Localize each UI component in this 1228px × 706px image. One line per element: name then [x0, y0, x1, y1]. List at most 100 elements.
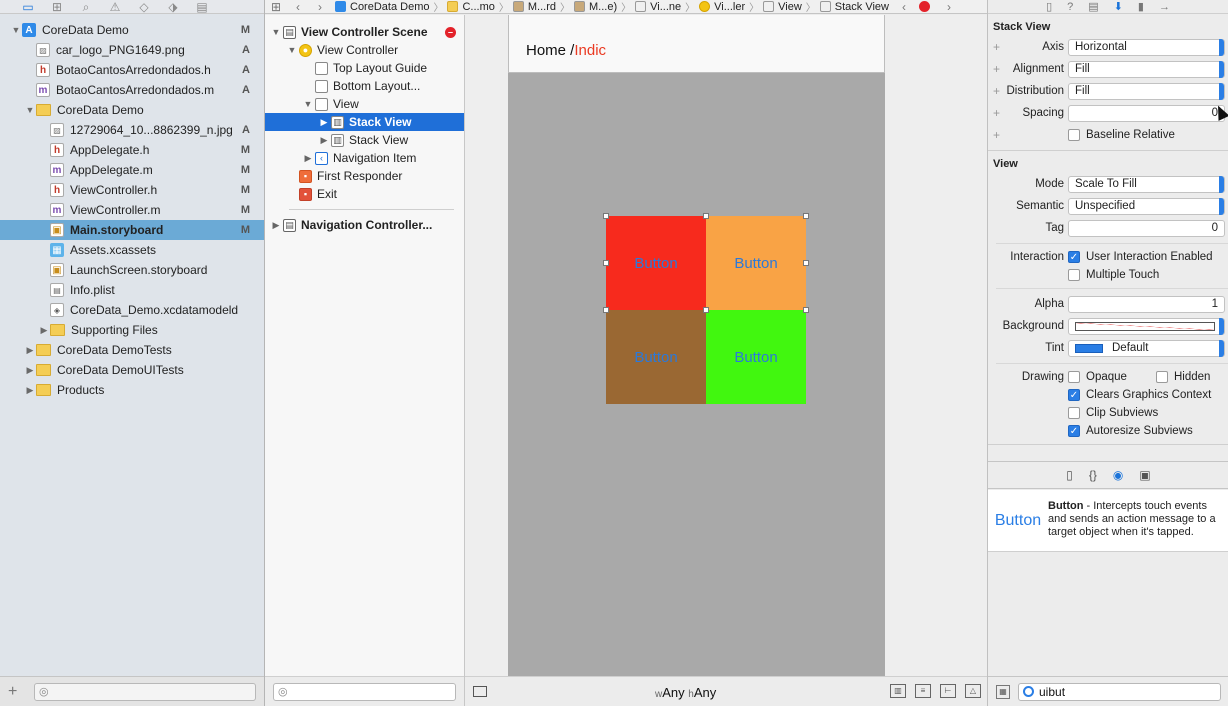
report-icon[interactable]: ▤ [194, 1, 210, 13]
canvas-button[interactable]: Button [706, 310, 806, 404]
disclosure-icon[interactable]: ▶ [269, 220, 283, 231]
file-tree-row[interactable]: ▣ LaunchScreen.storyboard [0, 260, 264, 280]
file-tree-row[interactable]: ▼ CoreData Demo [0, 100, 264, 120]
semantic-select[interactable]: Unspecified [1068, 197, 1225, 215]
file-tree-row[interactable]: ▶ Products [0, 380, 264, 400]
size-icon[interactable]: ▮ [1138, 0, 1144, 13]
plus-icon[interactable]: + [993, 62, 1000, 76]
disclosure-icon[interactable]: ▶ [24, 345, 36, 356]
warning-icon[interactable]: ⚠ [107, 1, 123, 13]
breakpoint-icon[interactable]: ⬗ [165, 1, 181, 13]
spacing-field[interactable]: 0 [1068, 104, 1225, 122]
breadcrumb-item[interactable]: Vi...ne [631, 1, 685, 13]
connections-icon[interactable]: → [1159, 1, 1170, 13]
file-tree-row[interactable]: ▶ Supporting Files [0, 320, 264, 340]
stack-view[interactable]: Button Button Button Button [603, 213, 809, 404]
file-tree-row[interactable]: h AppDelegate.h M [0, 140, 264, 160]
symbol-icon[interactable]: ⊞ [49, 1, 65, 13]
background-color-select[interactable] [1068, 317, 1225, 335]
library-filter-input[interactable]: uibut [1018, 682, 1221, 701]
resize-handle[interactable] [703, 307, 709, 313]
outline-row[interactable]: ▼ ▤ View Controller Scene – [265, 23, 464, 41]
file-tree-row[interactable]: ▨ car_logo_PNG1649.png A [0, 40, 264, 60]
search-icon[interactable]: ⌕ [78, 1, 94, 13]
related-items-icon[interactable]: ⊞ [265, 0, 287, 13]
issue-next-icon[interactable]: › [938, 0, 960, 13]
clears-graphics-checkbox[interactable]: ✓ Clears Graphics Context [1068, 386, 1211, 404]
outline-filter-input[interactable]: ◎ [273, 682, 456, 701]
resize-handle[interactable] [603, 307, 609, 313]
disclosure-icon[interactable]: ▼ [285, 45, 299, 55]
outline-row[interactable]: ▪ Exit [265, 185, 464, 203]
resize-handle[interactable] [703, 213, 709, 219]
resize-handle[interactable] [803, 213, 809, 219]
canvas-button[interactable]: Button [606, 310, 706, 404]
tint-select[interactable]: Default [1068, 339, 1225, 357]
file-tree-row[interactable]: ▦ Assets.xcassets [0, 240, 264, 260]
disclosure-icon[interactable]: ▼ [24, 105, 36, 115]
disclosure-icon[interactable]: ▶ [24, 365, 36, 376]
alpha-field[interactable]: 1 [1068, 295, 1225, 313]
alignment-select[interactable]: Fill [1068, 60, 1225, 78]
breadcrumb-item[interactable]: Vi...ler [695, 1, 749, 13]
disclosure-icon[interactable]: ▶ [317, 135, 331, 146]
attributes-icon[interactable]: ⬇ [1114, 0, 1123, 13]
file-tree-row[interactable]: ▶ CoreData DemoTests [0, 340, 264, 360]
stack-icon[interactable]: ▥ [890, 684, 906, 698]
disclosure-icon[interactable]: ▼ [269, 27, 283, 37]
outline-row[interactable]: Top Layout Guide [265, 59, 464, 77]
outline-row[interactable]: Bottom Layout... [265, 77, 464, 95]
plus-icon[interactable]: + [993, 84, 1000, 98]
size-class-control[interactable]: wAny hAny [655, 685, 716, 700]
object-library-icon[interactable]: ◉ [1113, 468, 1123, 482]
file-icon[interactable]: ▯ [1046, 0, 1052, 13]
code-snippet-icon[interactable]: {} [1089, 468, 1097, 482]
file-template-icon[interactable]: ▯ [1066, 468, 1073, 482]
plus-icon[interactable]: + [993, 106, 1000, 120]
file-tree-row[interactable]: m AppDelegate.m M [0, 160, 264, 180]
outline-row[interactable]: ▶ ‹ Navigation Item [265, 149, 464, 167]
forward-arrow-icon[interactable]: › [309, 0, 331, 13]
resize-handle[interactable] [803, 307, 809, 313]
disclosure-icon[interactable]: ▶ [38, 325, 50, 336]
breadcrumb-item[interactable]: Stack View [816, 1, 893, 13]
outline-row[interactable]: ▶ ▥ Stack View [265, 131, 464, 149]
library-item-button[interactable]: Button Button - Intercepts touch events … [988, 490, 1228, 552]
opaque-checkbox[interactable]: Opaque [1068, 368, 1156, 386]
resize-handle[interactable] [603, 213, 609, 219]
media-library-icon[interactable]: ▣ [1139, 468, 1150, 482]
outline-row[interactable]: ▼ View [265, 95, 464, 113]
disclosure-icon[interactable]: ▶ [301, 153, 315, 164]
resolve-icon[interactable]: △ [965, 684, 981, 698]
user-interaction-checkbox[interactable]: ✓ User Interaction Enabled [1068, 248, 1213, 266]
resize-handle[interactable] [803, 260, 809, 266]
file-tree-row[interactable]: m ViewController.m M [0, 200, 264, 220]
breadcrumb-item[interactable]: M...e) [570, 1, 621, 13]
outline-row[interactable]: ▪ First Responder [265, 167, 464, 185]
baseline-relative-checkbox[interactable]: Baseline Relative [1068, 126, 1175, 144]
breadcrumb-item[interactable]: CoreData Demo [331, 1, 433, 13]
disclosure-icon[interactable]: ▼ [10, 25, 22, 35]
breadcrumb-item[interactable]: View [759, 1, 806, 13]
outline-row[interactable]: ▶ ▥ Stack View [265, 113, 464, 131]
mode-select[interactable]: Scale To Fill [1068, 175, 1225, 193]
pin-icon[interactable]: ⊢ [940, 684, 956, 698]
issue-indicator[interactable] [915, 1, 938, 12]
file-tree-row[interactable]: h ViewController.h M [0, 180, 264, 200]
axis-select[interactable]: Horizontal [1068, 38, 1225, 56]
breadcrumb-item[interactable]: C...mo [443, 1, 498, 13]
issue-prev-icon[interactable]: ‹ [893, 0, 915, 13]
multiple-touch-checkbox[interactable]: Multiple Touch [1068, 266, 1159, 284]
resize-handle[interactable] [603, 260, 609, 266]
error-icon[interactable]: – [445, 26, 456, 38]
disclosure-icon[interactable]: ▶ [24, 385, 36, 396]
test-icon[interactable]: ◇ [136, 1, 152, 13]
file-tree-row[interactable]: ▤ Info.plist [0, 280, 264, 300]
plus-icon[interactable]: + [993, 40, 1000, 54]
navigator-filter-input[interactable]: ◎ [34, 682, 256, 701]
file-tree-row[interactable]: ▼ A CoreData Demo M [0, 20, 264, 40]
distribution-select[interactable]: Fill [1068, 82, 1225, 100]
identity-icon[interactable]: ▤ [1088, 0, 1098, 13]
hidden-checkbox[interactable]: Hidden [1156, 368, 1210, 386]
breadcrumb-item[interactable]: M...rd [509, 1, 560, 13]
